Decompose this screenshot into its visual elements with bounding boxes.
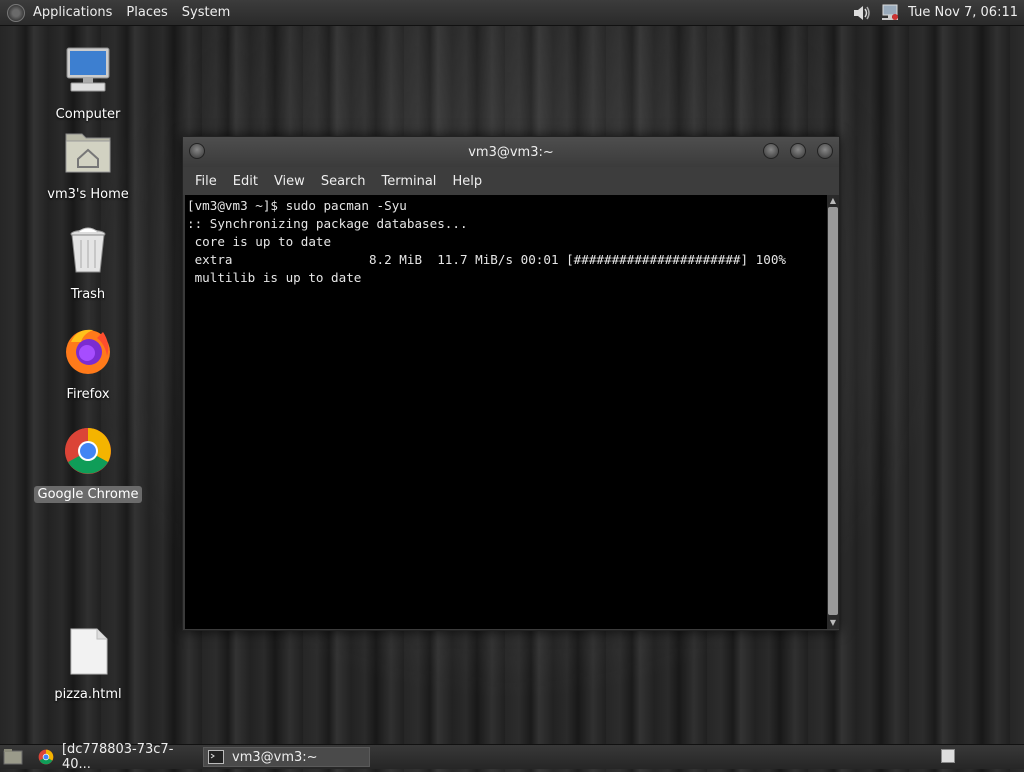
taskbar-item-label: vm3@vm3:~	[232, 749, 318, 765]
desktop-icon-firefox[interactable]: Firefox	[33, 326, 143, 403]
firefox-icon	[66, 329, 110, 374]
menu-search[interactable]: Search	[313, 174, 374, 189]
terminal-window[interactable]: vm3@vm3:~ File Edit View Search Terminal…	[182, 136, 840, 631]
scrollbar-thumb[interactable]	[828, 207, 838, 615]
menu-terminal[interactable]: Terminal	[373, 174, 444, 189]
terminal-line: extra 8.2 MiB 11.7 MiB/s 00:01 [########…	[187, 252, 786, 267]
places-menu[interactable]: Places	[126, 5, 167, 20]
terminal-line: :: Synchronizing package databases...	[187, 216, 468, 231]
desktop-icon-pizza-html[interactable]: pizza.html	[33, 626, 143, 703]
desktop-icon-computer[interactable]: Computer	[33, 46, 143, 123]
computer-icon	[66, 47, 110, 92]
minimize-button[interactable]	[763, 143, 779, 159]
terminal-output[interactable]: [vm3@vm3 ~]$ sudo pacman -Syu :: Synchro…	[185, 195, 827, 629]
clock[interactable]: Tue Nov 7, 06:11	[908, 5, 1018, 20]
taskbar-item-terminal[interactable]: vm3@vm3:~	[203, 747, 370, 767]
menu-file[interactable]: File	[187, 174, 225, 189]
taskbar-item-chrome[interactable]: [dc778803-73c7-40...	[34, 742, 202, 772]
trash-icon	[70, 227, 106, 273]
file-icon	[70, 628, 108, 675]
window-title: vm3@vm3:~	[468, 144, 554, 160]
system-menu[interactable]: System	[182, 5, 230, 20]
chrome-icon	[38, 749, 54, 765]
maximize-button[interactable]	[790, 143, 806, 159]
desktop-icon-label: Google Chrome	[33, 486, 143, 503]
desktop-icon-trash[interactable]: Trash	[33, 226, 143, 303]
home-folder-icon	[65, 133, 111, 173]
bottom-panel: [dc778803-73c7-40... vm3@vm3:~	[0, 742, 1024, 772]
desktop-icon-label: Computer	[55, 107, 121, 122]
network-icon[interactable]	[880, 4, 900, 22]
close-button[interactable]	[817, 143, 833, 159]
desktop-icon-chrome[interactable]: Google Chrome	[33, 426, 143, 503]
scroll-down-icon[interactable]: ▼	[827, 617, 839, 629]
volume-icon[interactable]	[852, 4, 872, 22]
desktop-icon-label: Trash	[70, 287, 106, 302]
desktop-icon-home[interactable]: vm3's Home	[33, 126, 143, 203]
scroll-up-icon[interactable]: ▲	[827, 195, 839, 207]
menu-view[interactable]: View	[266, 174, 313, 189]
terminal-line: multilib is up to date	[187, 270, 362, 285]
title-bar[interactable]: vm3@vm3:~	[183, 137, 839, 167]
terminal-line: [vm3@vm3 ~]$ sudo pacman -Syu	[187, 198, 407, 213]
distro-logo-icon[interactable]	[7, 3, 25, 22]
show-desktop-icon[interactable]	[3, 748, 23, 766]
window-menu-button[interactable]	[189, 143, 205, 159]
applications-menu[interactable]: Applications	[33, 5, 112, 20]
chrome-icon	[65, 428, 111, 474]
menu-bar: File Edit View Search Terminal Help	[183, 167, 839, 195]
menu-help[interactable]: Help	[444, 174, 490, 189]
desktop-icon-label: pizza.html	[54, 687, 122, 702]
desktop-icon-label: vm3's Home	[47, 187, 129, 202]
workspace-switcher[interactable]	[941, 749, 955, 763]
menu-edit[interactable]: Edit	[225, 174, 266, 189]
terminal-icon	[208, 750, 224, 764]
scrollbar[interactable]: ▲ ▼	[827, 195, 839, 629]
desktop-icon-label: Firefox	[66, 387, 110, 402]
terminal-line: core is up to date	[187, 234, 332, 249]
terminal-text: [vm3@vm3 ~]$ sudo pacman -Syu :: Synchro…	[185, 195, 827, 289]
top-panel: Applications Places System Tue Nov 7, 06…	[0, 0, 1024, 26]
